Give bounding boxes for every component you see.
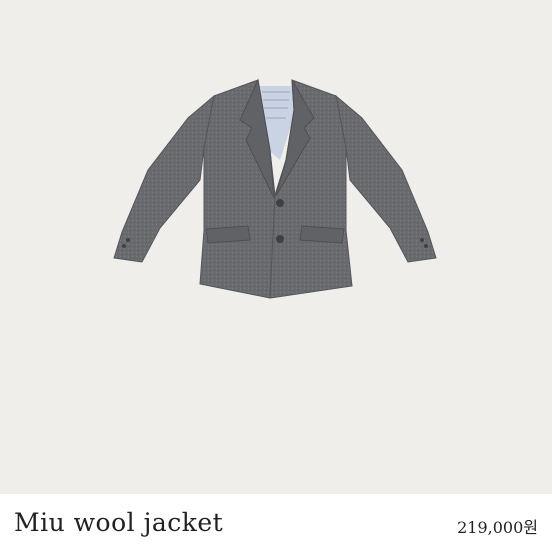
- product-price: 219,000원: [457, 518, 538, 537]
- jacket-illustration: [113, 78, 437, 299]
- product-card[interactable]: Miu wool jacket 219,000원: [0, 0, 552, 552]
- product-name[interactable]: Miu wool jacket: [14, 508, 223, 537]
- pocket-flap-left: [205, 225, 251, 244]
- pocket-flap-right: [299, 225, 345, 244]
- button-top: [276, 199, 284, 207]
- left-sleeve: [113, 94, 215, 263]
- product-info: Miu wool jacket 219,000원: [0, 494, 552, 552]
- button-bottom: [276, 235, 284, 243]
- right-sleeve: [335, 94, 437, 263]
- product-image[interactable]: [0, 0, 552, 494]
